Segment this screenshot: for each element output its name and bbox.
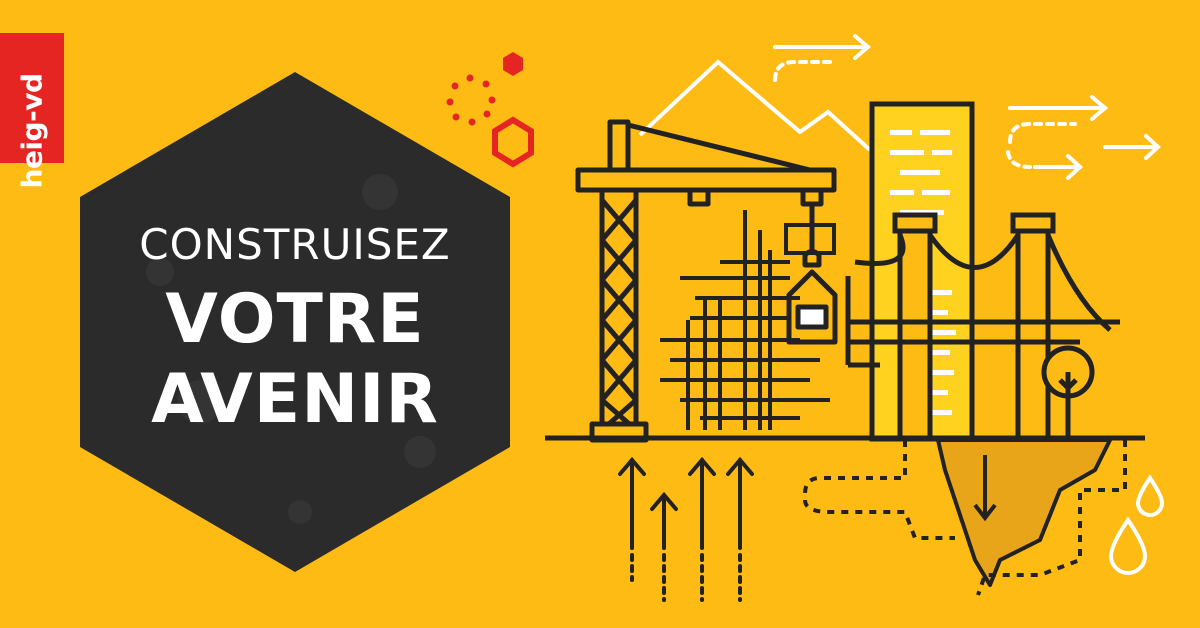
banner: heig-vd CONSTRUISEZ VOTRE AVENIR: [0, 0, 1200, 628]
arrow-up-icon: [618, 456, 754, 602]
construction-illustration: [545, 34, 1165, 602]
cliff-icon: [936, 438, 1112, 587]
water-drop-icon: [1108, 474, 1165, 575]
tree-icon: [1041, 345, 1095, 436]
